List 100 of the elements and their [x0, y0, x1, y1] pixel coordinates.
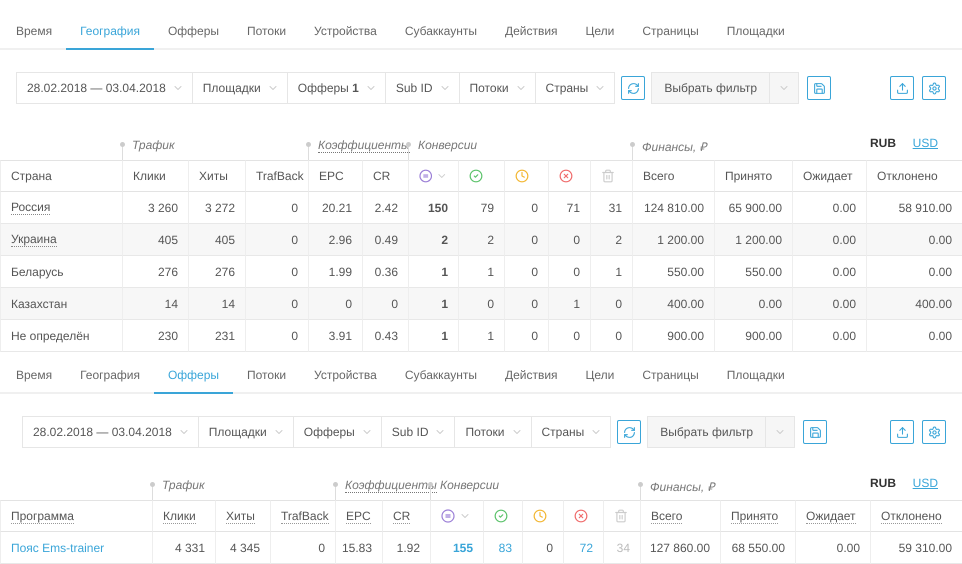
- check-circle-icon: [469, 169, 483, 183]
- table-cell[interactable]: Украина: [0, 224, 122, 256]
- table-cell: 3.91: [308, 320, 362, 352]
- save-button[interactable]: [807, 76, 832, 100]
- filter-dropdown[interactable]: Офферы: [294, 417, 382, 447]
- table-cell: 4 331: [152, 532, 215, 564]
- table-cell: 0: [548, 256, 590, 288]
- tab[interactable]: География: [66, 368, 154, 394]
- save-button[interactable]: [803, 420, 828, 444]
- table-cell: 0: [245, 256, 308, 288]
- table-cell: 1.92: [382, 532, 430, 564]
- table-cell: 0.00: [792, 320, 866, 352]
- refresh-button[interactable]: [621, 76, 646, 100]
- group-label: Трафик: [162, 478, 205, 492]
- table-cell: 1: [408, 256, 458, 288]
- table-cell: 65 900.00: [714, 192, 792, 224]
- tab[interactable]: Потоки: [233, 368, 300, 394]
- table-cell: 0.00: [866, 320, 962, 352]
- tab[interactable]: Цели: [572, 24, 628, 50]
- table-cell: 2.42: [362, 192, 408, 224]
- upload-icon: [896, 82, 908, 94]
- table-cell: 0.00: [866, 224, 962, 256]
- filter-dropdown[interactable]: Потоки: [460, 73, 536, 103]
- currency-toggle[interactable]: RUB: [870, 136, 896, 150]
- export-button[interactable]: [890, 420, 914, 444]
- filter-dropdown[interactable]: Офферы 1: [288, 73, 386, 103]
- export-button[interactable]: [890, 76, 914, 100]
- table-cell: 0: [504, 224, 548, 256]
- table-cell: 405: [122, 224, 188, 256]
- filter-dropdown[interactable]: 28.02.2018 — 03.04.2018: [17, 73, 193, 103]
- tab[interactable]: Потоки: [233, 24, 300, 50]
- group-label: Конверсии: [418, 138, 478, 152]
- table-cell: 405: [188, 224, 245, 256]
- clock-icon: [533, 509, 547, 523]
- filter-dropdown[interactable]: Площадки: [192, 73, 288, 103]
- refresh-button[interactable]: [617, 420, 642, 444]
- filter-dropdown[interactable]: Sub ID: [382, 417, 456, 447]
- tab[interactable]: Время: [16, 368, 66, 394]
- table-cell: 68 550.00: [720, 532, 795, 564]
- table-cell: 0: [458, 288, 504, 320]
- tab[interactable]: Субаккаунты: [390, 368, 491, 394]
- table-cell: 0: [548, 224, 590, 256]
- table-cell: 2.96: [308, 224, 362, 256]
- table-cell: 0: [245, 224, 308, 256]
- tab[interactable]: Время: [16, 24, 66, 50]
- tab[interactable]: Устройства: [300, 368, 391, 394]
- filter-dropdown[interactable]: Страны: [536, 73, 614, 103]
- table-cell: 124 810.00: [632, 192, 714, 224]
- tab[interactable]: Площадки: [712, 368, 799, 394]
- table-cell: Не определён: [0, 320, 122, 352]
- table-cell[interactable]: Россия: [0, 192, 122, 224]
- table-cell: 4 345: [215, 532, 270, 564]
- table-cell: 58 910.00: [866, 192, 962, 224]
- table-cell: 20.21: [308, 192, 362, 224]
- settings-button[interactable]: [922, 420, 946, 444]
- table-cell: 79: [458, 192, 504, 224]
- table-cell: 0: [245, 192, 308, 224]
- table-cell: 0: [504, 288, 548, 320]
- filter-select[interactable]: Выбрать фильтр: [647, 416, 796, 448]
- table-cell: 1: [408, 288, 458, 320]
- filter-dropdown[interactable]: Sub ID: [386, 73, 460, 103]
- group-label: Финансы, ₽: [642, 139, 707, 155]
- currency-toggle[interactable]: RUB: [870, 476, 896, 490]
- tab[interactable]: Цели: [572, 368, 628, 394]
- settings-button[interactable]: [922, 76, 946, 100]
- table-cell: 150: [408, 192, 458, 224]
- table-cell: 0: [245, 320, 308, 352]
- table-cell: 1.99: [308, 256, 362, 288]
- table-cell: 1: [408, 320, 458, 352]
- trash-icon: [601, 169, 615, 183]
- tab[interactable]: Площадки: [712, 24, 799, 50]
- filter-dropdown[interactable]: 28.02.2018 — 03.04.2018: [23, 417, 199, 447]
- table-cell: 0.43: [362, 320, 408, 352]
- filter-dropdown[interactable]: Площадки: [198, 417, 294, 447]
- table-cell: 1 200.00: [714, 224, 792, 256]
- check-circle-icon: [494, 509, 508, 523]
- filter-dropdown[interactable]: Страны: [532, 417, 610, 447]
- filter-dropdown[interactable]: Потоки: [455, 417, 532, 447]
- table-cell: 0: [522, 532, 563, 564]
- tab[interactable]: Действия: [490, 24, 572, 50]
- table-cell: 0.00: [792, 288, 866, 320]
- tab[interactable]: Страницы: [628, 368, 713, 394]
- settings-icon: [928, 82, 940, 94]
- tab[interactable]: Субаккаунты: [390, 24, 491, 50]
- table-cell: 230: [122, 320, 188, 352]
- filter-select[interactable]: Выбрать фильтр: [651, 72, 800, 104]
- table-cell: 550.00: [714, 256, 792, 288]
- tab[interactable]: Офферы: [154, 24, 234, 50]
- trash-icon: [614, 509, 628, 523]
- table-cell: 0: [270, 532, 335, 564]
- table-cell: 900.00: [714, 320, 792, 352]
- tab[interactable]: Страницы: [628, 24, 713, 50]
- table-cell: 14: [122, 288, 188, 320]
- table-cell: 3 260: [122, 192, 188, 224]
- tab[interactable]: Устройства: [300, 24, 391, 50]
- table-cell: 0.36: [362, 256, 408, 288]
- table-cell: 0: [308, 288, 362, 320]
- table-cell: 231: [188, 320, 245, 352]
- table-cell: 1: [458, 320, 504, 352]
- tab[interactable]: Действия: [490, 368, 572, 394]
